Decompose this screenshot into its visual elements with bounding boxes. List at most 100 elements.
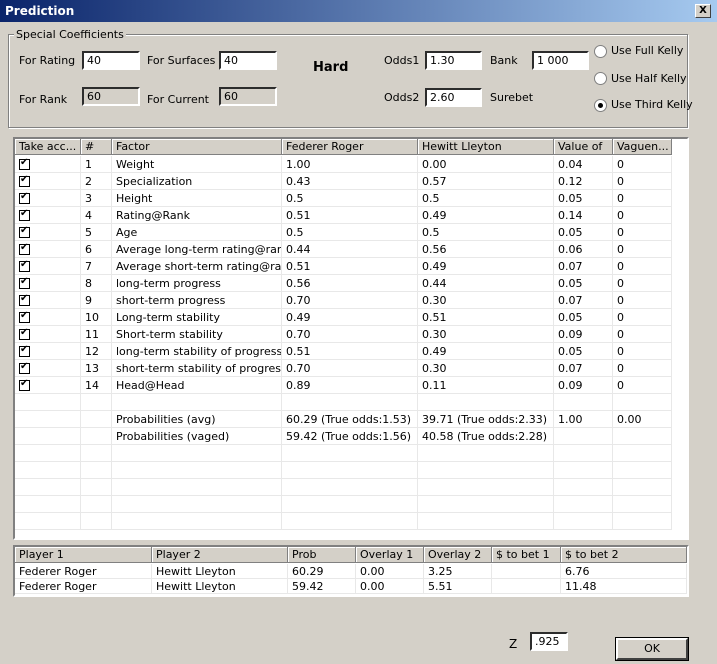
table-row[interactable]: 10Long-term stability0.490.510.050 [15,309,672,326]
take-account-checkbox[interactable] [19,157,30,170]
table-cell [15,377,81,394]
table-row[interactable]: 14Head@Head0.890.110.090 [15,377,672,394]
take-account-checkbox[interactable] [19,344,30,357]
column-header[interactable]: Overlay 2 [424,547,492,563]
table-cell: Federer Roger [15,564,152,579]
column-header[interactable]: Overlay 1 [356,547,424,563]
table-cell: 0 [613,275,672,292]
column-header[interactable]: Federer Roger [282,139,418,155]
table-cell [15,207,81,224]
table-cell [15,258,81,275]
table-row[interactable]: 12long-term stability of progress/re...0… [15,343,672,360]
take-account-checkbox[interactable] [19,174,30,187]
table-cell: 5.51 [424,579,492,594]
column-header[interactable]: Value of [554,139,613,155]
table-cell [112,394,282,411]
kelly-full-radio[interactable] [594,45,607,58]
table-row[interactable] [15,462,672,479]
take-account-checkbox[interactable] [19,242,30,255]
take-account-checkbox[interactable] [19,327,30,340]
table-row[interactable] [15,479,672,496]
table-cell [15,479,81,496]
table-cell: 0.5 [282,224,418,241]
table-cell: 0 [613,377,672,394]
surebet-label: Surebet [490,91,534,104]
take-account-checkbox[interactable] [19,225,30,238]
column-header[interactable]: Vaguen... [613,139,672,155]
kelly-full-label[interactable]: Use Full Kelly [611,44,683,57]
take-account-checkbox[interactable] [19,378,30,391]
table-cell: 13 [81,360,112,377]
table-row[interactable]: 6Average long-term rating@rank0.440.560.… [15,241,672,258]
table-cell [15,190,81,207]
take-account-checkbox[interactable] [19,361,30,374]
table-cell [81,428,112,445]
table-row[interactable]: Federer Roger Hewitt Lleyton 59.42 0.00 5.51… [15,579,687,594]
column-header[interactable]: Take acc... [15,139,81,155]
take-account-checkbox[interactable] [19,276,30,289]
table-cell: 0.05 [554,190,613,207]
table-row[interactable]: Probabilities (avg) 60.29 (True odds:1.53… [15,411,672,428]
table-cell: 4 [81,207,112,224]
table-cell: Head@Head [112,377,282,394]
take-account-checkbox[interactable] [19,293,30,306]
table-row[interactable]: 1Weight1.000.000.040 [15,156,672,173]
table-cell [554,496,613,513]
column-header[interactable]: Prob [288,547,356,563]
table-row[interactable]: 11Short-term stability0.700.300.090 [15,326,672,343]
ok-button[interactable]: OK [615,637,689,661]
table-cell: 0.56 [418,241,554,258]
rating-input[interactable]: 40 [82,51,140,70]
take-account-checkbox[interactable] [19,310,30,323]
z-input[interactable]: .925 [530,632,568,651]
table-cell: 3.25 [424,564,492,579]
take-account-checkbox[interactable] [19,208,30,221]
table-row[interactable]: 8long-term progress0.560.440.050 [15,275,672,292]
take-account-checkbox[interactable] [19,191,30,204]
take-account-checkbox[interactable] [19,259,30,272]
rank-label: For Rank [19,93,68,106]
close-button[interactable]: X [695,4,711,18]
bank-input[interactable]: 1 000 [532,51,589,70]
table-row[interactable]: 7Average short-term rating@rank0.510.490… [15,258,672,275]
table-row[interactable]: 2Specialization0.430.570.120 [15,173,672,190]
column-header[interactable]: Player 1 [15,547,152,563]
table-cell: 0.04 [554,156,613,173]
table-cell [613,513,672,530]
table-row[interactable]: 3Height0.50.50.050 [15,190,672,207]
table-row[interactable]: 13short-term stability of progress/r...0… [15,360,672,377]
table-row[interactable]: 9short-term progress0.700.300.070 [15,292,672,309]
column-header[interactable]: $ to bet 2 [561,547,687,563]
kelly-third-label[interactable]: Use Third Kelly [611,98,693,111]
table-cell [282,445,418,462]
kelly-half-label[interactable]: Use Half Kelly [611,72,687,85]
table-cell [81,496,112,513]
column-header[interactable]: $ to bet 1 [492,547,561,563]
table-row[interactable]: 4Rating@Rank0.510.490.140 [15,207,672,224]
column-header[interactable]: Factor [112,139,282,155]
table-row[interactable] [15,445,672,462]
table-row[interactable]: Probabilities (vaged) 59.42 (True odds:1.… [15,428,672,445]
table-cell: 59.42 (True odds:1.56) [282,428,418,445]
factors-table[interactable]: Take acc... # Factor Federer Roger Hewitt Ll… [13,137,689,540]
table-cell [554,479,613,496]
bets-table[interactable]: Player 1 Player 2 Prob Overlay 1 Overlay 2 $ … [13,545,689,597]
column-header[interactable]: # [81,139,112,155]
column-header[interactable]: Player 2 [152,547,288,563]
table-row[interactable]: 5Age0.50.50.050 [15,224,672,241]
table-cell: Probabilities (vaged) [112,428,282,445]
table-row[interactable] [15,496,672,513]
group-label: Special Coefficients [14,28,126,41]
odds2-input[interactable]: 2.60 [425,88,482,107]
table-row[interactable]: Federer Roger Hewitt Lleyton 60.29 0.00 3.25… [15,564,687,579]
table-cell: 0.30 [418,292,554,309]
odds1-input[interactable]: 1.30 [425,51,482,70]
table-cell [112,462,282,479]
kelly-third-radio[interactable] [594,99,607,112]
table-row[interactable] [15,394,672,411]
surfaces-input[interactable]: 40 [219,51,277,70]
table-row[interactable] [15,513,672,530]
table-cell [613,394,672,411]
column-header[interactable]: Hewitt Lleyton [418,139,554,155]
kelly-half-radio[interactable] [594,72,607,85]
